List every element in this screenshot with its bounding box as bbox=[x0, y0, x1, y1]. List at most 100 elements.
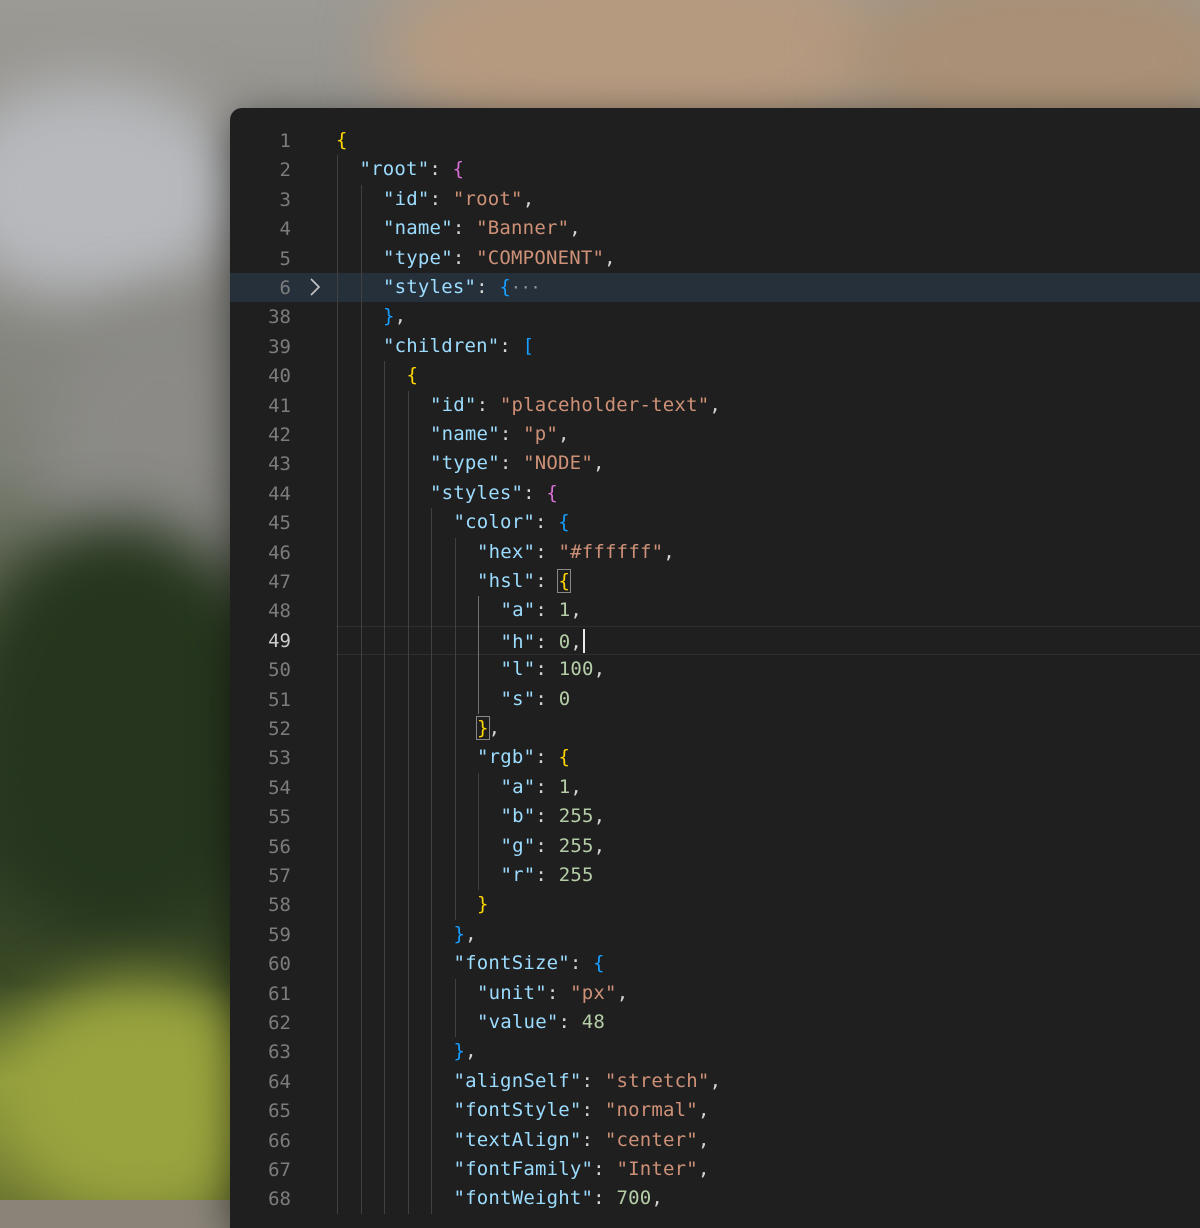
code-line[interactable]: 2 "root": { bbox=[230, 155, 1200, 184]
json-key: "g" bbox=[500, 834, 536, 857]
line-number: 57 bbox=[268, 865, 291, 887]
code-line[interactable]: 47 "hsl": { bbox=[230, 567, 1200, 596]
bracket: } bbox=[453, 1040, 466, 1063]
punctuation: : bbox=[593, 1158, 617, 1180]
punctuation: , bbox=[593, 805, 606, 828]
bracket: { bbox=[499, 276, 512, 298]
bracket: } bbox=[383, 305, 395, 328]
code-line[interactable]: 54 "a": 1, bbox=[230, 773, 1200, 802]
json-key: "root" bbox=[359, 158, 430, 181]
line-number: 43 bbox=[268, 453, 291, 476]
code-line[interactable]: 40 { bbox=[230, 361, 1200, 390]
code-editor[interactable]: 1{2 "root": {3 "id": "root", 4 "name": "Bann… bbox=[230, 108, 1200, 1228]
bracket: } bbox=[453, 922, 466, 945]
punctuation: : bbox=[581, 1069, 605, 1092]
indent-guide bbox=[454, 978, 456, 1038]
code-line[interactable]: 39 "children": [ bbox=[230, 332, 1200, 361]
line-number: 59 bbox=[268, 923, 291, 946]
code-line[interactable]: 4 "name": "Banner", bbox=[230, 214, 1200, 243]
code-line[interactable]: 50 "l": 100, bbox=[230, 655, 1200, 684]
line-number: 52 bbox=[268, 718, 291, 740]
punctuation: , bbox=[558, 423, 570, 445]
code-text: "value": 48 bbox=[477, 1011, 605, 1033]
line-number: 2 bbox=[279, 159, 291, 182]
code-text: "styles": { bbox=[430, 482, 558, 504]
code-text: "b": 255, bbox=[501, 805, 606, 827]
code-line[interactable]: 48 "a": 1, bbox=[230, 596, 1200, 625]
code-line[interactable]: 43 "type": "NODE", bbox=[230, 449, 1200, 478]
line-number: 62 bbox=[268, 1012, 291, 1034]
json-key: "children" bbox=[383, 334, 500, 357]
punctuation: , bbox=[709, 1069, 722, 1092]
code-text: { bbox=[407, 364, 419, 386]
bracket: { bbox=[593, 952, 605, 975]
code-line[interactable]: 60 "fontSize": { bbox=[230, 949, 1200, 978]
json-key: "b" bbox=[500, 805, 536, 828]
punctuation: , bbox=[663, 540, 675, 563]
punctuation: , bbox=[570, 630, 582, 653]
code-line[interactable]: 67 "fontFamily": "Inter", bbox=[230, 1155, 1200, 1184]
code-line[interactable]: 68 "fontWeight": 700, bbox=[230, 1184, 1200, 1213]
code-text: "s": 0 bbox=[501, 688, 571, 710]
line-number: 64 bbox=[268, 1070, 291, 1093]
json-key: "fontSize" bbox=[453, 952, 570, 975]
code-line[interactable]: 51 "s": 0 bbox=[230, 685, 1200, 714]
punctuation: : bbox=[535, 805, 559, 828]
code-text: "children": [ bbox=[383, 335, 534, 357]
json-key: "alignSelf" bbox=[453, 1069, 582, 1092]
line-number: 68 bbox=[268, 1188, 291, 1211]
punctuation: : bbox=[593, 1187, 617, 1210]
json-key: "rgb" bbox=[477, 746, 536, 769]
code-line[interactable]: 56 "g": 255, bbox=[230, 832, 1200, 861]
code-line[interactable]: 49 "h": 0, bbox=[230, 625, 1200, 655]
code-line[interactable]: 6 "styles": {··· bbox=[230, 273, 1200, 303]
code-line[interactable]: 41 "id": "placeholder-text", bbox=[230, 391, 1200, 420]
punctuation: : bbox=[523, 481, 547, 504]
code-line[interactable]: 45 "color": { bbox=[230, 508, 1200, 537]
punctuation: : bbox=[535, 599, 559, 622]
json-key: "fontWeight" bbox=[453, 1187, 594, 1210]
code-line[interactable]: 62 "value": 48 bbox=[230, 1008, 1200, 1037]
punctuation: : bbox=[535, 687, 559, 710]
punctuation: , bbox=[616, 981, 629, 1004]
json-key: "name" bbox=[383, 217, 453, 240]
code-line[interactable]: 57 "r": 255 bbox=[230, 861, 1200, 890]
json-key: "fontStyle" bbox=[453, 1099, 582, 1122]
punctuation: , bbox=[651, 1187, 664, 1210]
code-line[interactable]: 53 "rgb": { bbox=[230, 743, 1200, 772]
code-text: }, bbox=[476, 716, 501, 740]
line-number: 55 bbox=[268, 806, 291, 829]
punctuation: : bbox=[452, 246, 477, 269]
punctuation: : bbox=[535, 570, 559, 592]
code-line[interactable]: 61 "unit": "px", bbox=[230, 979, 1200, 1008]
bracket: { bbox=[558, 511, 570, 534]
code-line[interactable]: 63}, bbox=[230, 1037, 1200, 1066]
code-line[interactable]: 65 "fontStyle": "normal", bbox=[230, 1096, 1200, 1125]
code-line[interactable]: 5 "type": "COMPONENT", bbox=[230, 244, 1200, 273]
punctuation: , bbox=[465, 922, 477, 945]
punctuation: : bbox=[535, 746, 559, 769]
code-line[interactable]: 46 "hex": "#ffffff", bbox=[230, 538, 1200, 567]
matched-bracket: { bbox=[557, 569, 572, 593]
code-line[interactable]: 44 "styles": { bbox=[230, 479, 1200, 508]
punctuation: , bbox=[488, 717, 501, 739]
code-line[interactable]: 59}, bbox=[230, 920, 1200, 949]
code-line[interactable]: 66 "textAlign": "center", bbox=[230, 1126, 1200, 1155]
code-line[interactable]: 55 "b": 255, bbox=[230, 802, 1200, 831]
code-line[interactable]: 52}, bbox=[230, 714, 1200, 743]
line-number: 1 bbox=[279, 130, 291, 152]
bracket: { bbox=[558, 746, 571, 769]
fold-chevron-right-icon[interactable] bbox=[308, 275, 324, 299]
line-number: 47 bbox=[268, 571, 291, 593]
code-line[interactable]: 58} bbox=[230, 890, 1200, 919]
bracket: [ bbox=[522, 334, 535, 357]
code-line[interactable]: 3 "id": "root", bbox=[230, 185, 1200, 214]
punctuation: : bbox=[535, 864, 559, 886]
code-line[interactable]: 42 "name": "p", bbox=[230, 420, 1200, 449]
punctuation: , bbox=[569, 217, 581, 240]
json-key: "value" bbox=[477, 1011, 559, 1033]
code-line[interactable]: 1{ bbox=[230, 126, 1200, 155]
line-number: 44 bbox=[268, 482, 291, 505]
code-line[interactable]: 64 "alignSelf": "stretch", bbox=[230, 1067, 1200, 1096]
code-line[interactable]: 38}, bbox=[230, 302, 1200, 331]
